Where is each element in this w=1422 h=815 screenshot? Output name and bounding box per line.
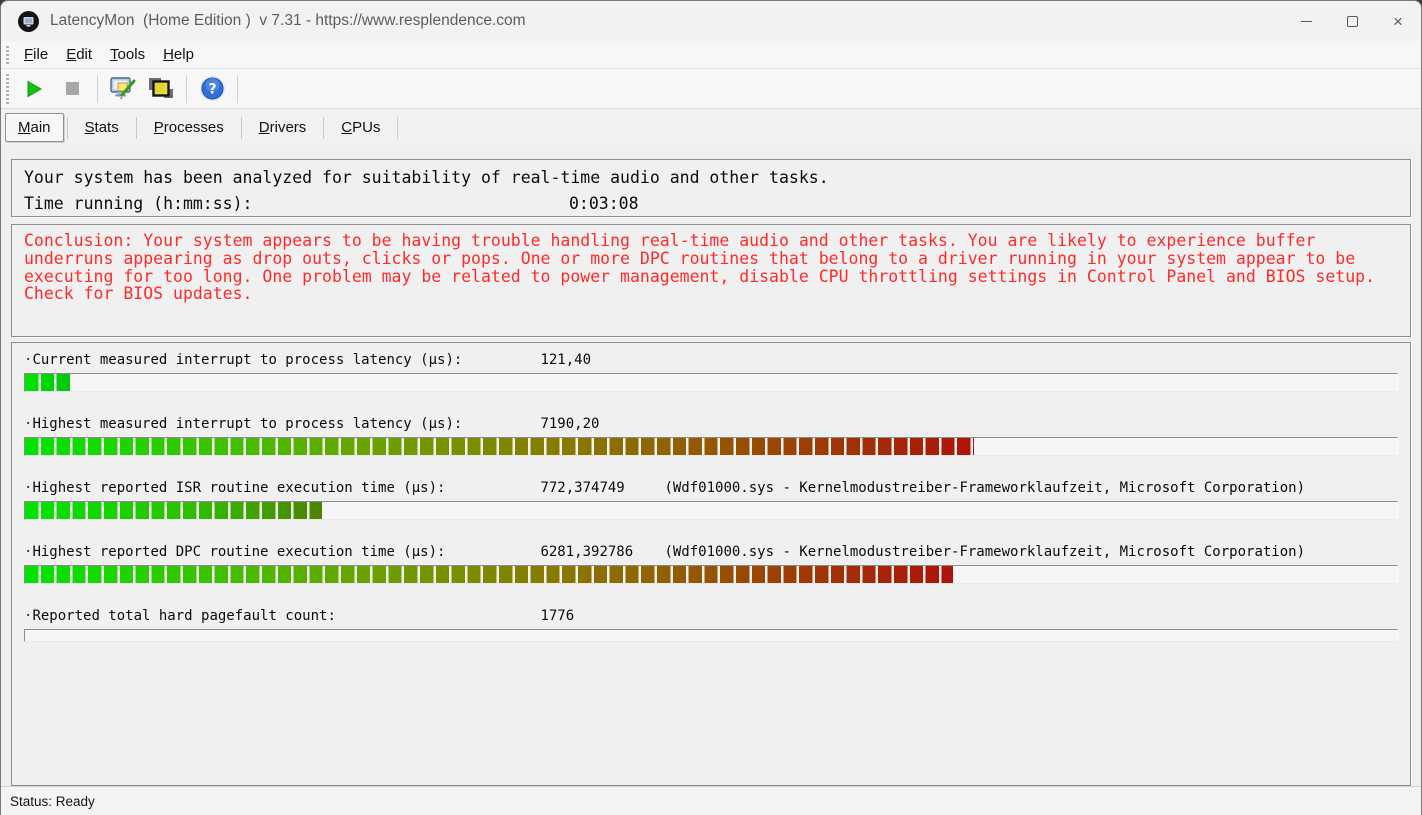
monitor-pen-icon xyxy=(109,76,137,102)
play-icon xyxy=(24,79,44,99)
measurement-value: 1776 xyxy=(540,607,664,625)
toolbar-separator xyxy=(186,75,187,103)
tab-separator xyxy=(323,117,324,139)
row-bullet: · xyxy=(24,479,32,497)
help-button[interactable]: ? xyxy=(195,73,229,105)
latency-bar-track xyxy=(24,437,1398,456)
menu-gripper xyxy=(6,46,9,64)
stop-icon xyxy=(65,81,80,96)
row-bullet: · xyxy=(24,351,32,369)
measurement-value: 7190,20 xyxy=(540,415,664,433)
summary-panel: Your system has been analyzed for suitab… xyxy=(11,159,1411,217)
menu-file[interactable]: File xyxy=(15,43,57,66)
tab-separator xyxy=(397,117,398,139)
row-bullet: · xyxy=(24,607,32,625)
conclusion-panel: Conclusion: Your system appears to be ha… xyxy=(11,224,1411,337)
measurement-label: Highest reported DPC routine execution t… xyxy=(32,543,540,561)
row-bullet: · xyxy=(24,543,32,561)
row-bullet: · xyxy=(24,415,32,433)
main-panel: Your system has been analyzed for suitab… xyxy=(1,146,1421,786)
tab-cpus[interactable]: CPUs xyxy=(327,114,394,141)
tab-drivers[interactable]: Drivers xyxy=(245,114,321,141)
minimize-icon xyxy=(1301,21,1312,22)
measurement-row-current-latency: · Current measured interrupt to process … xyxy=(24,351,1398,392)
tab-separator xyxy=(136,117,137,139)
close-icon: × xyxy=(1393,13,1403,30)
menu-help[interactable]: Help xyxy=(154,43,203,66)
menu-bar: File Edit Tools Help xyxy=(1,41,1421,69)
analyze-button[interactable] xyxy=(106,73,140,105)
tab-separator xyxy=(67,117,68,139)
status-text: Status: Ready xyxy=(10,794,95,809)
measurement-row-isr-time: · Highest reported ISR routine execution… xyxy=(24,479,1398,520)
measurement-value: 772,374749 xyxy=(540,479,664,497)
window-title: LatencyMon (Home Edition ) v 7.31 - http… xyxy=(50,12,526,30)
time-running-value: 0:03:08 xyxy=(569,191,639,217)
latency-bar-track xyxy=(24,629,1398,642)
measurement-row-dpc-time: · Highest reported DPC routine execution… xyxy=(24,543,1398,584)
latency-bar-track xyxy=(24,373,1398,392)
start-monitor-button[interactable] xyxy=(17,73,51,105)
toolbar-gripper xyxy=(6,74,9,104)
measurement-label: Current measured interrupt to process la… xyxy=(32,351,540,369)
measurement-extra: (Wdf01000.sys - Kernelmodustreiber-Frame… xyxy=(664,479,1398,497)
status-bar: Status: Ready xyxy=(1,786,1421,815)
measurement-value: 6281,392786 xyxy=(540,543,664,561)
tab-processes[interactable]: Processes xyxy=(140,114,238,141)
measurement-row-highest-latency: · Highest measured interrupt to process … xyxy=(24,415,1398,456)
minimize-button[interactable] xyxy=(1283,1,1329,41)
time-running-label: Time running (h:mm:ss): xyxy=(24,194,252,213)
latency-bar-fill xyxy=(25,438,974,455)
conclusion-text: Conclusion: Your system appears to be ha… xyxy=(24,232,1398,303)
app-icon xyxy=(18,11,39,32)
measurement-label: Reported total hard pagefault count: xyxy=(32,607,540,625)
svg-text:?: ? xyxy=(208,82,216,98)
measurement-label: Highest measured interrupt to process la… xyxy=(32,415,540,433)
latency-bar-fill xyxy=(25,502,322,519)
stop-monitor-button[interactable] xyxy=(55,73,89,105)
latency-bar-fill xyxy=(25,566,953,583)
tab-bar: Main Stats Processes Drivers CPUs xyxy=(1,109,1421,146)
help-icon: ? xyxy=(199,75,226,102)
close-button[interactable]: × xyxy=(1375,1,1421,41)
measurement-value: 121,40 xyxy=(540,351,664,369)
maximize-button[interactable] xyxy=(1329,1,1375,41)
toolbar: ? xyxy=(1,69,1421,109)
menu-edit[interactable]: Edit xyxy=(57,43,101,66)
menu-tools[interactable]: Tools xyxy=(101,43,154,66)
measurement-extra: (Wdf01000.sys - Kernelmodustreiber-Frame… xyxy=(664,543,1398,561)
measurement-label: Highest reported ISR routine execution t… xyxy=(32,479,540,497)
time-running-row: Time running (h:mm:ss): 0:03:08 xyxy=(24,191,1398,217)
tab-main[interactable]: Main xyxy=(5,113,64,142)
latency-bar-track xyxy=(24,501,1398,520)
toolbar-separator xyxy=(237,75,238,103)
latencymon-window: LatencyMon (Home Edition ) v 7.31 - http… xyxy=(0,0,1422,815)
summary-line: Your system has been analyzed for suitab… xyxy=(24,165,1398,191)
tab-stats[interactable]: Stats xyxy=(71,114,133,141)
windows-button[interactable] xyxy=(144,73,178,105)
toolbar-separator xyxy=(97,75,98,103)
maximize-icon xyxy=(1347,16,1358,27)
stacked-windows-icon xyxy=(147,76,175,102)
tab-separator xyxy=(241,117,242,139)
title-bar: LatencyMon (Home Edition ) v 7.31 - http… xyxy=(1,1,1421,41)
measurements-panel: · Current measured interrupt to process … xyxy=(11,342,1411,786)
measurement-row-pagefaults: · Reported total hard pagefault count: 1… xyxy=(24,607,1398,642)
latency-bar-track xyxy=(24,565,1398,584)
latency-bar-fill xyxy=(25,374,70,391)
